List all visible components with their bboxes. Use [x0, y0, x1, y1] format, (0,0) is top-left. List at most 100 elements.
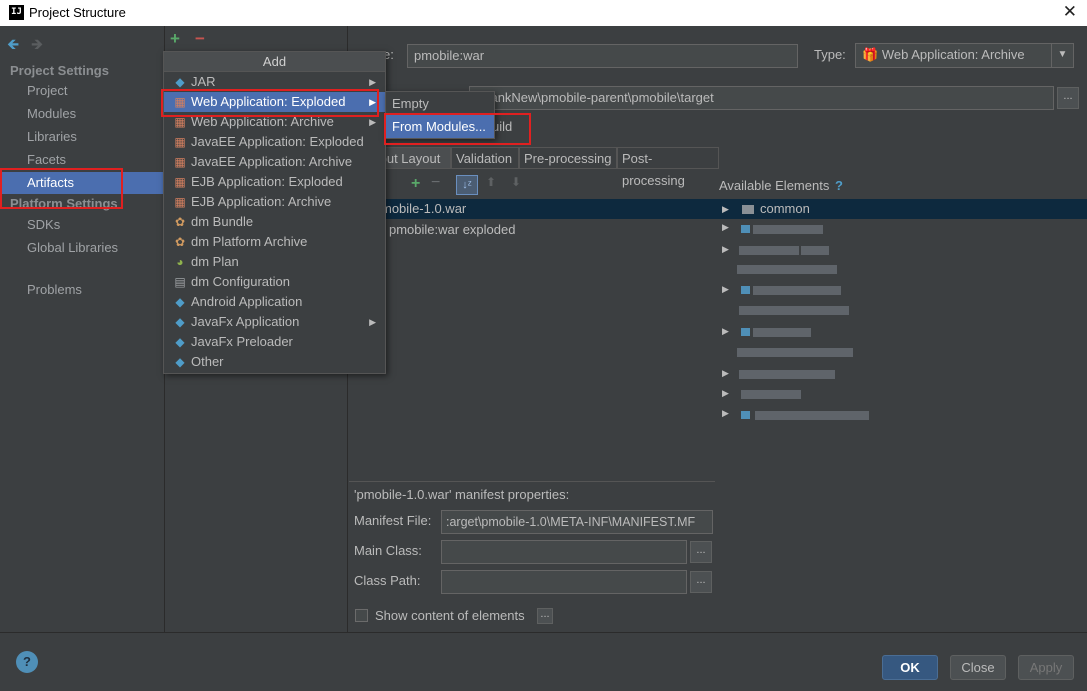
manifest-file-label: Manifest File: [354, 513, 432, 528]
sidebar-item-project[interactable]: Project [0, 80, 163, 102]
remove-artifact-button[interactable]: − [195, 29, 205, 49]
sidebar-item-artifacts[interactable]: Artifacts [0, 172, 163, 194]
forward-arrow-icon[interactable]: 🡺 [31, 34, 43, 59]
add-element-button[interactable]: + [411, 175, 420, 193]
add-artifact-menu: Add ◆ JAR ▶ ▦ Web Application: Exploded ▶ ▦ W… [163, 51, 386, 374]
manifest-header: 'pmobile-1.0.war' manifest properties: [354, 487, 570, 502]
sidebar-item-facets[interactable]: Facets [0, 149, 163, 171]
close-window-icon[interactable]: ✕ [1063, 2, 1077, 22]
menu-item-web-app-archive[interactable]: ▦ Web Application: Archive ▶ [164, 112, 385, 132]
help-icon[interactable]: ? [835, 178, 843, 193]
available-elements-label: Available Elements [719, 178, 830, 193]
main-class-label: Main Class: [354, 543, 422, 558]
menu-item-ejb-archive[interactable]: ▦ EJB Application: Archive [164, 192, 385, 212]
menu-item-dm-plan[interactable]: ◕ dm Plan [164, 252, 385, 272]
menu-item-jar[interactable]: ◆ JAR ▶ [164, 72, 385, 92]
menu-item-ejb-exploded[interactable]: ▦ EJB Application: Exploded [164, 172, 385, 192]
gift-icon: ▦ [174, 95, 186, 109]
diamond-icon: ◆ [175, 355, 185, 369]
artifact-type-select[interactable]: 🎁 Web Application: Archive ▼ [855, 43, 1074, 68]
gift-icon: ▦ [174, 195, 186, 209]
menu-item-dm-bundle[interactable]: ✿ dm Bundle [164, 212, 385, 232]
menu-item-other[interactable]: ◆ Other [164, 352, 385, 372]
gift-icon: ▦ [174, 155, 186, 169]
show-content-checkbox[interactable] [355, 609, 368, 622]
browse-output-button[interactable]: ... [1057, 87, 1079, 109]
settings-sidebar: 🡸 🡺 Project Settings Project Modules Lib… [0, 26, 163, 632]
window-title: Project Structure [29, 5, 126, 20]
menu-item-javafx-preloader[interactable]: ◆ JavaFx Preloader [164, 332, 385, 352]
gift-icon: ▦ [174, 175, 186, 189]
menu-item-android-application[interactable]: ◆ Android Application [164, 292, 385, 312]
class-path-label: Class Path: [354, 573, 421, 588]
sidebar-item-libraries[interactable]: Libraries [0, 126, 163, 148]
title-bar: IJ Project Structure ✕ [0, 0, 1087, 26]
sidebar-item-global-libraries[interactable]: Global Libraries [0, 237, 163, 259]
sort-elements-icon[interactable]: ↓ᶻ [456, 175, 478, 195]
submenu-item-from-modules[interactable]: From Modules... [386, 115, 494, 138]
main-class-field[interactable] [441, 540, 687, 564]
show-content-options-button[interactable]: ... [537, 608, 553, 624]
ok-button[interactable]: OK [882, 655, 938, 680]
class-path-field[interactable] [441, 570, 687, 594]
submenu-arrow-icon: ▶ [369, 97, 376, 107]
menu-item-javafx-application[interactable]: ◆ JavaFx Application ▶ [164, 312, 385, 332]
submenu-item-empty[interactable]: Empty [386, 92, 494, 115]
output-directory-field[interactable]: ebankNew\pmobile-parent\pmobile\target [469, 86, 1054, 110]
bundle-icon: ✿ [174, 215, 186, 229]
folder-icon [742, 205, 754, 214]
diamond-icon: ◆ [175, 295, 185, 309]
expand-arrow-icon[interactable]: ▶ [722, 199, 729, 219]
move-up-icon[interactable]: ⬆ [486, 175, 496, 189]
submenu-arrow-icon: ▶ [369, 317, 376, 327]
menu-item-dm-platform-archive[interactable]: ✿ dm Platform Archive [164, 232, 385, 252]
submenu-arrow-icon: ▶ [369, 117, 376, 127]
close-button[interactable]: Close [950, 655, 1006, 680]
help-button[interactable]: ? [16, 651, 38, 673]
bundle-icon: ✿ [174, 235, 186, 249]
browse-main-class-button[interactable]: ... [690, 541, 712, 563]
menu-item-javaee-archive[interactable]: ▦ JavaEE Application: Archive [164, 152, 385, 172]
chevron-down-icon[interactable]: ▼ [1051, 44, 1073, 67]
gift-icon: ▦ [174, 135, 186, 149]
artifact-name-field[interactable]: pmobile:war [407, 44, 798, 68]
remove-element-button[interactable]: − [431, 174, 440, 192]
manifest-file-field[interactable]: :arget\pmobile-1.0\META-INF\MANIFEST.MF [441, 510, 713, 534]
submenu-arrow-icon: ▶ [369, 77, 376, 87]
layout-child-row[interactable]: pmobile:war exploded [389, 220, 515, 240]
add-menu-header: Add [164, 52, 385, 72]
back-arrow-icon[interactable]: 🡸 [7, 34, 19, 59]
web-app-exploded-submenu: Empty From Modules... [385, 91, 495, 139]
globe-icon: ◕ [176, 255, 184, 269]
tab-pre-processing[interactable]: Pre-processing [519, 147, 617, 169]
show-content-label: Show content of elements [375, 608, 525, 623]
include-in-build-label[interactable]: uild [492, 119, 512, 134]
browse-class-path-button[interactable]: ... [690, 571, 712, 593]
artifact-type-value: Web Application: Archive [881, 47, 1025, 62]
layout-root-row[interactable]: mobile-1.0.war [349, 199, 715, 219]
document-icon: ▤ [174, 275, 186, 289]
sidebar-item-modules[interactable]: Modules [0, 103, 163, 125]
dialog-button-bar: ? OK Close Apply [0, 632, 1087, 691]
add-artifact-button[interactable]: + [170, 29, 180, 49]
available-element-label: common [760, 201, 810, 216]
platform-settings-header: Platform Settings [10, 196, 118, 211]
diamond-icon: ◆ [175, 75, 185, 89]
tab-validation[interactable]: Validation [451, 147, 519, 169]
apply-button[interactable]: Apply [1018, 655, 1074, 680]
sidebar-item-problems[interactable]: Problems [0, 279, 163, 301]
gift-icon: ▦ [174, 115, 186, 129]
menu-item-javaee-exploded[interactable]: ▦ JavaEE Application: Exploded [164, 132, 385, 152]
move-down-icon[interactable]: ⬇ [511, 175, 521, 189]
project-settings-header: Project Settings [10, 63, 109, 78]
blurred-elements-list: ▶ ▶ ▶ ▶ ▶ ▶ ▶ [715, 222, 1087, 432]
menu-item-web-app-exploded[interactable]: ▦ Web Application: Exploded ▶ [164, 92, 385, 112]
diamond-icon: ◆ [175, 315, 185, 329]
available-element-row[interactable]: ▶ common [715, 199, 1087, 219]
diamond-icon: ◆ [175, 335, 185, 349]
menu-item-dm-configuration[interactable]: ▤ dm Configuration [164, 272, 385, 292]
type-label: Type: [814, 47, 846, 62]
tab-post-processing[interactable]: Post-processing [617, 147, 719, 188]
intellij-logo-icon: IJ [9, 5, 24, 20]
sidebar-item-sdks[interactable]: SDKs [0, 214, 163, 236]
